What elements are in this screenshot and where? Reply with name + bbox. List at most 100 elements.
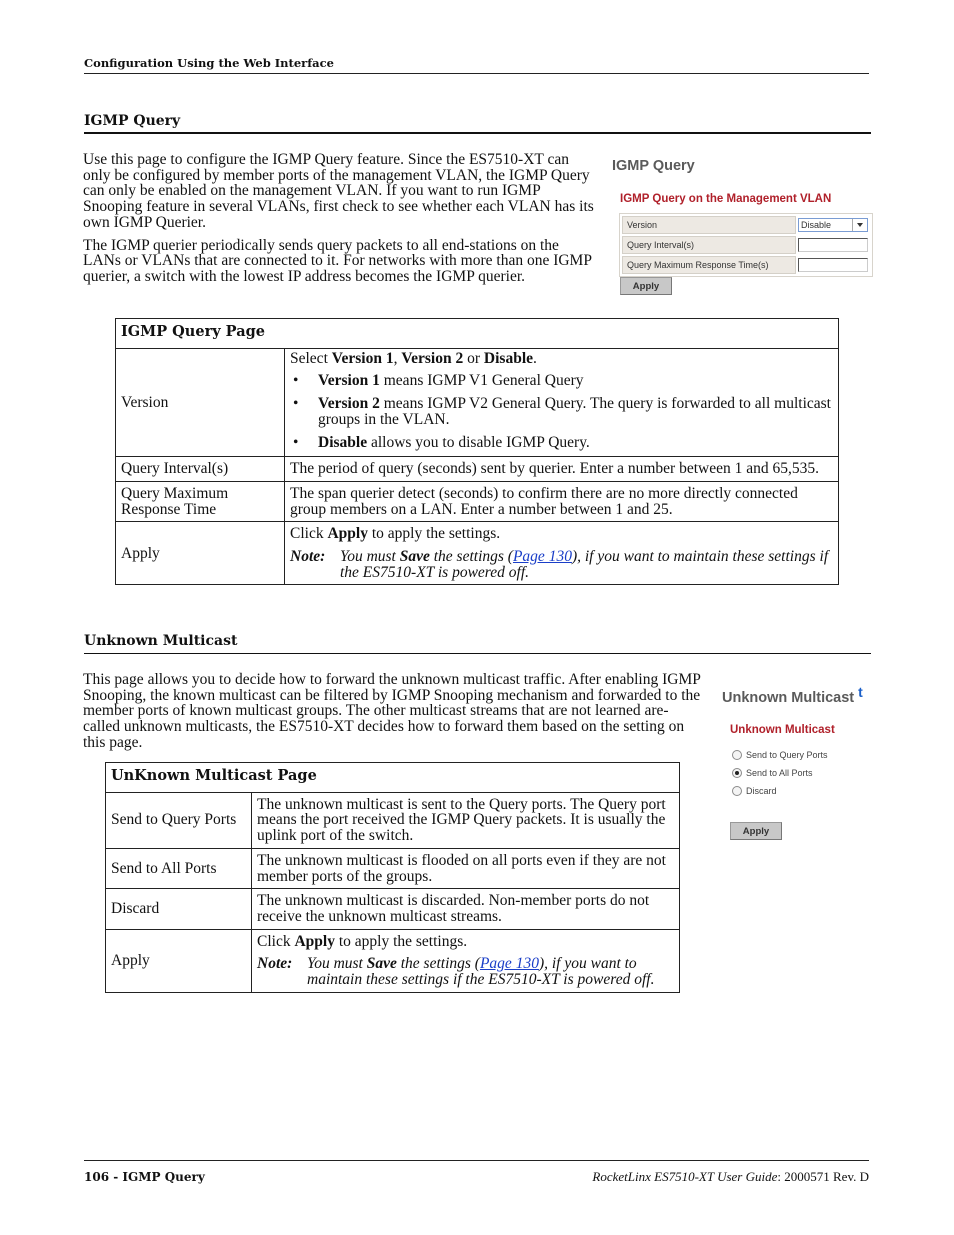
radio-send-to-all-ports[interactable]: Send to All Ports [732,764,828,782]
text-bold: Version 1 [331,349,394,367]
text-bold: Disable [318,433,368,451]
text: or [463,349,484,367]
note: Note: You must Save the settings (Page 1… [257,956,674,987]
dropdown-arrow-icon[interactable] [852,219,867,231]
query-interval-input[interactable] [798,238,868,252]
screenshot-title-suffix: t [858,684,863,700]
table-row-apply: Apply Click Apply to apply the settings.… [115,521,839,586]
section-rule [84,132,871,134]
apply-button[interactable]: Apply [730,822,782,840]
text: Click [290,525,328,543]
row-description: Click Apply to apply the settings. Note:… [284,521,839,586]
row-description: The span querier detect (seconds) to con… [284,480,839,523]
header-rule [84,73,869,74]
running-header: Configuration Using the Web Interface [84,56,334,70]
footer-page-label: 106 - IGMP Query [84,1170,205,1184]
text: allows you to disable IGMP Query. [367,433,590,451]
bullet-item: Version 2 means IGMP V2 General Query. T… [290,396,833,427]
table-row-send-to-all-ports: Send to All Ports The unknown multicast … [105,847,680,890]
text-bold: Version 2 [401,349,464,367]
bullet-item: Version 1 means IGMP V1 General Query [290,373,833,389]
note-label: Note: [290,548,326,566]
section-title-unknown-multicast: Unknown Multicast [84,633,238,649]
text: means IGMP V1 General Query [379,372,584,390]
bullet-item: Disable allows you to disable IGMP Query… [290,433,833,451]
text-bold: Apply [294,932,335,950]
text-bold: Version 2 [318,395,380,413]
table-row-version: Version Select Version 1, Version 2 or D… [115,347,839,458]
screenshot-title: Unknown Multicast t [722,684,863,706]
table-row-send-to-query-ports: Send to Query Ports The unknown multicas… [105,791,680,849]
intro-paragraph: Use this page to configure the IGMP Quer… [83,151,594,231]
row-label: Query Maximum Response Time [115,480,285,523]
row-label: Version [115,347,285,458]
row-label: Send to All Ports [105,847,252,890]
section-rule [84,653,871,654]
row-label: Send to Query Ports [105,791,252,849]
radio-unchecked-icon[interactable] [732,750,742,760]
query-max-response-label: Query Maximum Response Time(s) [622,256,796,274]
form-row-query-max-response: Query Maximum Response Time(s) [622,256,870,274]
row-description: Select Version 1, Version 2 or Disable. … [284,347,839,458]
footer-doc-info: RocketLinx ES7510-XT User Guide: 2000571… [592,1169,869,1185]
note-text: You must Save the settings (Page 130), i… [340,549,833,580]
text: means IGMP V2 General Query. The query i… [318,395,831,428]
note-label: Note: [257,955,293,973]
text-bold: Save [366,955,397,973]
radio-checked-icon[interactable] [732,768,742,778]
intro-paragraph: This page allows you to decide how to fo… [83,671,701,751]
table-row-query-interval: Query Interval(s) The period of query (s… [115,456,839,482]
text: You must [340,548,400,566]
igmp-query-screenshot: IGMP Query [612,158,695,174]
version-label: Version [622,216,796,234]
table-header: IGMP Query Page [115,318,839,349]
screenshot-subtitle: IGMP Query on the Management VLAN [620,193,832,205]
text: to apply the settings. [367,525,501,543]
table-row-discard: Discard The unknown multicast is discard… [105,888,680,930]
version-select[interactable]: Disable [798,218,868,232]
intro-paragraph: The IGMP querier periodically sends quer… [83,236,592,285]
table-header: UnKnown Multicast Page [105,762,680,793]
query-max-response-input[interactable] [798,258,868,272]
footer-doc-title: RocketLinx ES7510-XT User Guide [592,1169,778,1184]
text: . [533,349,537,367]
igmp-query-page-table: IGMP Query Page Version Select Version 1… [115,318,839,586]
unknown-multicast-options: Send to Query Ports Send to All Ports Di… [732,746,828,800]
igmp-query-form: Version Disable Query Interval(s) Query … [619,213,873,277]
form-row-query-interval: Query Interval(s) [622,236,870,254]
row-label: Discard [105,888,252,930]
radio-send-to-query-ports[interactable]: Send to Query Ports [732,746,828,764]
screenshot-title-text: Unknown Multicast [722,690,855,706]
row-label: Apply [115,521,285,586]
apply-button[interactable]: Apply [620,277,672,295]
footer-rule [84,1160,869,1161]
radio-label: Discard [746,786,777,796]
igmp-query-intro: Use this page to configure the IGMP Quer… [83,152,598,292]
unknown-multicast-page-table: UnKnown Multicast Page Send to Query Por… [105,762,680,993]
row-description: Click Apply to apply the settings. Note:… [251,928,680,993]
text: the settings ( [429,548,513,566]
page-link[interactable]: Page 130 [480,955,539,972]
row-description: The unknown multicast is sent to the Que… [251,791,680,849]
text: the settings ( [396,955,480,973]
text: to apply the settings. [334,932,468,950]
version-bullets: Version 1 means IGMP V1 General Query Ve… [290,373,833,450]
text: Select [290,349,332,367]
text-bold: Disable [483,349,534,367]
unknown-multicast-intro: This page allows you to decide how to fo… [83,672,703,758]
query-interval-label: Query Interval(s) [622,236,796,254]
footer-doc-number: : 2000571 Rev. D [777,1169,869,1184]
radio-label: Send to Query Ports [746,750,828,760]
page-link[interactable]: Page 130 [513,548,572,565]
table-row-query-max-response: Query Maximum Response Time The span que… [115,480,839,523]
radio-discard[interactable]: Discard [732,782,828,800]
radio-unchecked-icon[interactable] [732,786,742,796]
text-bold: Apply [327,525,368,543]
section-title-igmp-query: IGMP Query [84,113,181,129]
row-description: The period of query (seconds) sent by qu… [284,456,839,482]
text: You must [307,955,367,973]
version-select-value: Disable [801,220,832,230]
screenshot-subtitle: Unknown Multicast [730,724,835,736]
row-label: Query Interval(s) [115,456,285,482]
radio-label: Send to All Ports [746,768,813,778]
